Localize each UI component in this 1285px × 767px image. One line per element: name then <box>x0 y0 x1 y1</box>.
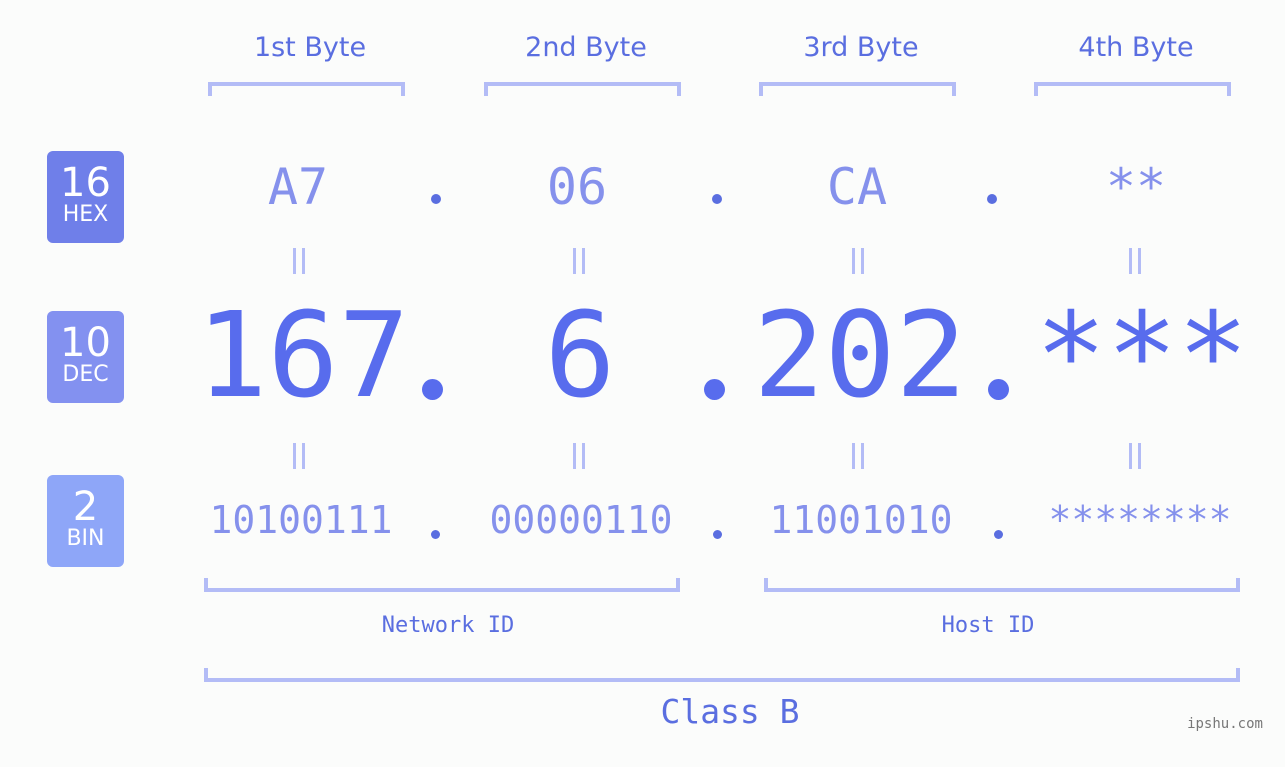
equals-icon <box>850 248 866 274</box>
dec-badge-label: DEC <box>62 362 109 387</box>
class-label: Class B <box>660 692 800 731</box>
bin-badge-label: BIN <box>66 526 105 551</box>
bin-badge-number: 2 <box>72 484 99 530</box>
host-id-bracket <box>764 578 1240 592</box>
hex-badge-label: HEX <box>62 202 109 227</box>
byte-bracket-2 <box>484 82 681 96</box>
hex-separator-dot <box>987 194 997 204</box>
byte-bracket-3 <box>759 82 956 96</box>
byte-header-3: 3rd Byte <box>803 32 919 63</box>
hex-byte-3: CA <box>826 158 888 216</box>
class-bracket <box>204 668 1240 682</box>
byte-bracket-1 <box>208 82 405 96</box>
bin-separator-dot <box>431 530 440 539</box>
byte-header-1: 1st Byte <box>253 32 367 63</box>
hex-badge-number: 16 <box>60 160 111 206</box>
dec-byte-4: *** <box>1035 286 1249 424</box>
network-id-bracket <box>204 578 680 592</box>
dec-badge-number: 10 <box>60 320 111 366</box>
bin-byte-2: 00000110 <box>489 498 673 542</box>
dec-byte-2: 6 <box>544 286 616 424</box>
equals-icon <box>571 248 587 274</box>
bin-separator-dot <box>994 530 1003 539</box>
bin-separator-dot <box>713 530 722 539</box>
dec-separator-dot <box>704 379 725 400</box>
hex-byte-2: 06 <box>546 158 608 216</box>
hex-badge: 16 HEX <box>47 151 124 243</box>
hex-byte-1: A7 <box>267 158 329 216</box>
hex-separator-dot <box>712 194 722 204</box>
watermark: ipshu.com <box>1187 716 1263 732</box>
byte-bracket-4 <box>1034 82 1231 96</box>
equals-icon <box>571 443 587 469</box>
dec-separator-dot <box>988 379 1009 400</box>
bin-byte-4: ******** <box>1048 498 1232 542</box>
dec-byte-3: 202 <box>753 286 967 424</box>
bin-byte-1: 10100111 <box>209 498 393 542</box>
dec-badge: 10 DEC <box>47 311 124 403</box>
hex-separator-dot <box>431 194 441 204</box>
equals-icon <box>1127 248 1143 274</box>
hex-byte-4: ** <box>1105 158 1167 216</box>
network-id-label: Network ID <box>381 613 515 638</box>
dec-separator-dot <box>422 379 443 400</box>
host-id-label: Host ID <box>941 613 1035 638</box>
byte-header-4: 4th Byte <box>1078 32 1194 63</box>
equals-icon <box>850 443 866 469</box>
equals-icon <box>1127 443 1143 469</box>
dec-byte-1: 167 <box>196 286 410 424</box>
byte-header-2: 2nd Byte <box>525 32 647 63</box>
equals-icon <box>291 443 307 469</box>
bin-byte-3: 11001010 <box>769 498 953 542</box>
bin-badge: 2 BIN <box>47 475 124 567</box>
equals-icon <box>291 248 307 274</box>
